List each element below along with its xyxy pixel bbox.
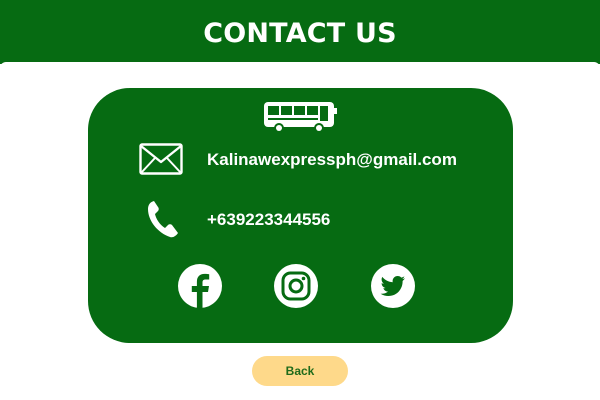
email-address: Kalinawexpressph@gmail.com <box>207 150 457 169</box>
twitter-icon[interactable] <box>371 264 415 308</box>
bus-icon <box>264 102 337 133</box>
header-bar: CONTACT US <box>0 0 600 64</box>
phone-number: +639223344556 <box>207 210 331 229</box>
envelope-icon <box>139 143 183 175</box>
instagram-icon[interactable] <box>274 264 318 308</box>
page-title: CONTACT US <box>203 18 397 49</box>
back-button[interactable]: Back <box>252 356 348 386</box>
phone-icon <box>148 201 178 238</box>
facebook-icon[interactable] <box>178 264 222 308</box>
